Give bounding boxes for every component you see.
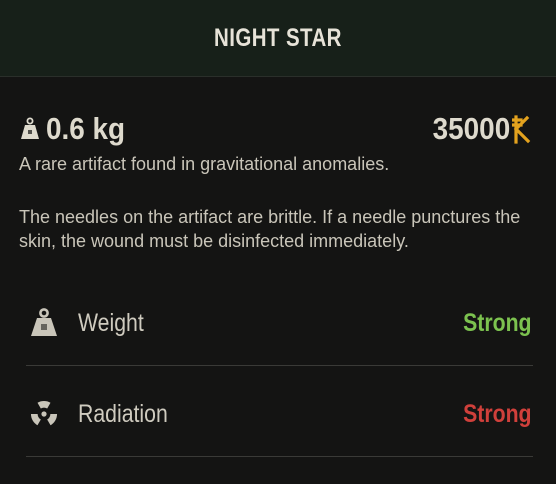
item-price: 35000 — [432, 111, 510, 146]
artifact-tooltip: NIGHT STAR 0.6 kg 35000 A rare artifact … — [0, 0, 556, 484]
property-value: Strong — [463, 399, 532, 428]
price-summary: 35000 — [424, 111, 532, 147]
weight-icon — [20, 117, 40, 141]
item-stats-row: 0.6 kg 35000 — [20, 106, 532, 152]
property-row-radiation: Radiation Strong — [26, 384, 532, 444]
divider — [26, 365, 533, 366]
divider — [26, 456, 533, 457]
weight-icon — [26, 305, 62, 341]
item-description: A rare artifact found in gravitational a… — [19, 154, 390, 174]
item-lore: The needles on the artifact are brittle.… — [19, 207, 521, 251]
tooltip-header: NIGHT STAR — [0, 0, 556, 77]
coupon-currency-icon — [511, 114, 532, 144]
property-label: Weight — [78, 308, 144, 337]
radiation-icon — [26, 396, 62, 432]
property-value: Strong — [463, 308, 532, 337]
item-weight: 0.6 kg — [46, 111, 126, 146]
weight-summary: 0.6 kg — [20, 111, 134, 147]
property-row-weight: Weight Strong — [26, 293, 532, 353]
property-label: Radiation — [78, 399, 168, 428]
item-title: NIGHT STAR — [214, 23, 342, 52]
